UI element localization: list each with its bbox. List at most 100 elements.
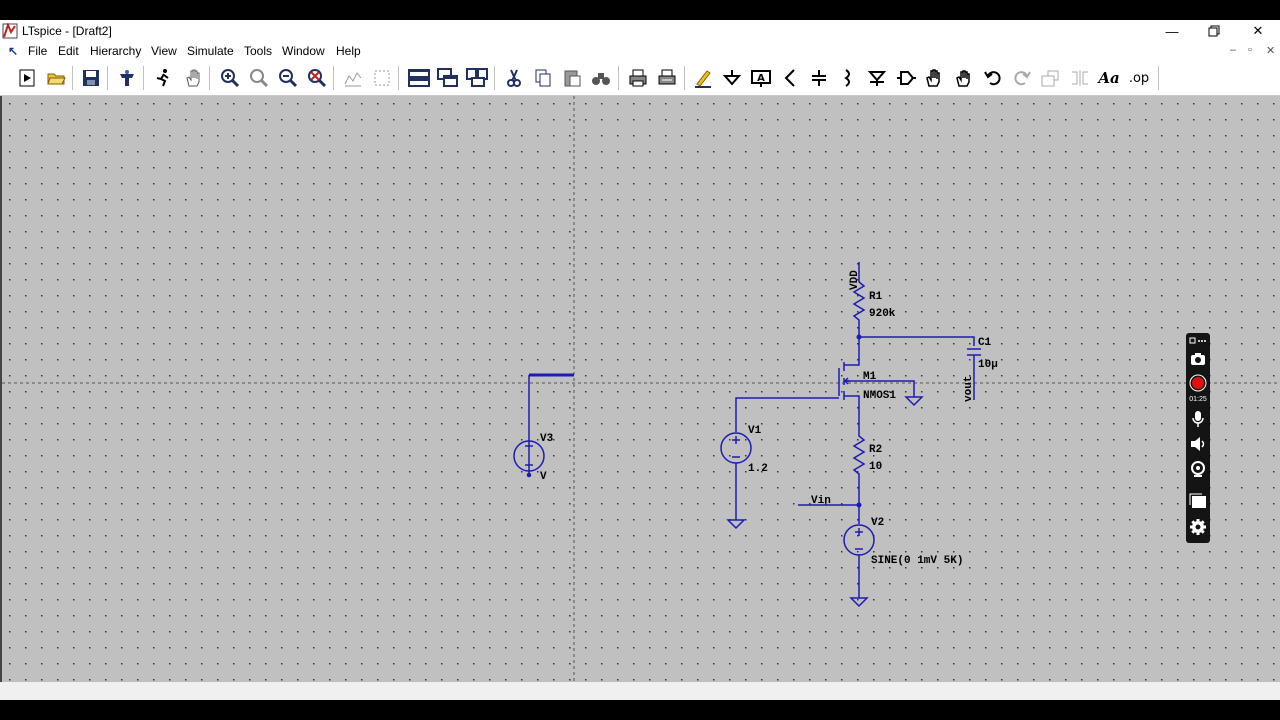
tile-horizontal-icon[interactable] — [406, 66, 432, 90]
toolbar-separator — [72, 66, 73, 90]
tile-vertical-icon[interactable] — [464, 66, 490, 90]
m1-name[interactable]: M1 — [863, 371, 877, 383]
settings-icon[interactable] — [1188, 517, 1208, 537]
menu-help[interactable]: Help — [336, 44, 361, 58]
toolbar: A Aa .op — [0, 60, 1280, 96]
paste-icon[interactable] — [559, 66, 585, 90]
print-icon[interactable] — [625, 66, 651, 90]
ltspice-app: LTspice - [Draft2] — ✕ ↖ File Edit Hiera… — [0, 0, 1280, 720]
recording-timer: 01:25 — [1189, 396, 1207, 403]
toolbar-separator — [333, 66, 334, 90]
r2-name[interactable]: R2 — [869, 444, 882, 456]
menu-view[interactable]: View — [151, 44, 177, 58]
v2-name[interactable]: V2 — [871, 517, 884, 529]
find-icon[interactable] — [588, 66, 614, 90]
mdi-restore-button[interactable]: ▫ — [1248, 44, 1252, 56]
toolbar-separator — [494, 66, 495, 90]
pan-hand-icon[interactable] — [180, 66, 206, 90]
status-bar — [0, 682, 1280, 700]
r2-value[interactable]: 10 — [869, 461, 882, 473]
draw-wire-icon[interactable] — [690, 66, 716, 90]
toolbar-separator — [398, 66, 399, 90]
save-icon[interactable] — [78, 66, 104, 90]
rotate-icon[interactable] — [1038, 66, 1064, 90]
net-label-vin[interactable]: Vin — [811, 495, 831, 507]
maximize-button[interactable] — [1192, 20, 1236, 42]
control-panel-icon[interactable] — [114, 66, 140, 90]
menu-edit[interactable]: Edit — [58, 44, 79, 58]
svg-text:.op: .op — [1129, 71, 1149, 86]
c1-name[interactable]: C1 — [978, 337, 992, 349]
more-options-icon[interactable] — [1188, 335, 1208, 347]
v2-value[interactable]: SINE(0 1mV 5K) — [871, 555, 963, 567]
microphone-icon[interactable] — [1188, 409, 1208, 429]
screen-top-bar — [0, 0, 1280, 20]
menu-window[interactable]: Window — [282, 44, 325, 58]
ground-icon[interactable] — [719, 66, 745, 90]
webcam-icon[interactable] — [1188, 459, 1208, 479]
label-net-icon[interactable]: A — [748, 66, 774, 90]
cut-icon[interactable] — [501, 66, 527, 90]
screen-bottom-bar — [0, 700, 1280, 720]
move-icon[interactable] — [922, 66, 948, 90]
junction-dot — [856, 334, 862, 340]
svg-text:A: A — [757, 73, 765, 84]
drag-icon[interactable] — [951, 66, 977, 90]
redo-icon[interactable] — [1009, 66, 1035, 90]
menu-bar: ↖ File Edit Hierarchy View Simulate Tool… — [0, 42, 1280, 60]
zoom-area-icon[interactable] — [246, 66, 272, 90]
close-button[interactable]: ✕ — [1236, 20, 1280, 42]
window-capture-icon[interactable] — [1188, 491, 1208, 511]
grid-icon[interactable] — [369, 66, 395, 90]
menu-tools[interactable]: Tools — [244, 44, 272, 58]
copy-icon[interactable] — [530, 66, 556, 90]
v3-name[interactable]: V3 — [540, 433, 554, 445]
v3-value[interactable]: V — [540, 471, 547, 483]
net-label-vdd[interactable]: VDD — [849, 270, 861, 290]
r1-name[interactable]: R1 — [869, 291, 883, 303]
mdi-close-button[interactable]: ✕ — [1266, 44, 1275, 57]
v1-value[interactable]: 1.2 — [748, 463, 768, 475]
resistor-icon[interactable] — [777, 66, 803, 90]
toolbar-separator — [209, 66, 210, 90]
mdi-minimize-button[interactable]: – — [1230, 44, 1236, 56]
cascade-icon[interactable] — [435, 66, 461, 90]
speaker-icon[interactable] — [1188, 434, 1208, 454]
document-system-icon[interactable]: ↖ — [8, 44, 18, 58]
zoom-fit-icon[interactable] — [304, 66, 330, 90]
record-icon[interactable] — [1188, 373, 1208, 393]
component-icon[interactable] — [893, 66, 919, 90]
schematic-canvas[interactable]: VDD R1 920k C1 10µ vout M1 NMOS1 V1 1.2 … — [0, 96, 1280, 682]
junction-dot — [856, 502, 862, 508]
toolbar-separator — [684, 66, 685, 90]
open-folder-icon[interactable] — [43, 66, 69, 90]
c1-value[interactable]: 10µ — [978, 359, 998, 371]
run-icon[interactable] — [150, 66, 176, 90]
inductor-icon[interactable] — [835, 66, 861, 90]
menu-hierarchy[interactable]: Hierarchy — [90, 44, 141, 58]
text-icon[interactable]: Aa — [1096, 66, 1122, 90]
camera-icon[interactable] — [1188, 349, 1208, 369]
autorange-icon[interactable] — [340, 66, 366, 90]
window-title: LTspice - [Draft2] — [22, 24, 112, 38]
menu-simulate[interactable]: Simulate — [187, 44, 234, 58]
net-label-vout[interactable]: vout — [963, 376, 975, 402]
v1-name[interactable]: V1 — [748, 425, 762, 437]
zoom-out-icon[interactable] — [275, 66, 301, 90]
toolbar-separator — [1158, 66, 1159, 90]
minimize-button[interactable]: — — [1150, 20, 1194, 42]
new-schematic-icon[interactable] — [14, 66, 40, 90]
screen-recorder-panel: 01:25 — [1186, 333, 1210, 543]
r1-value[interactable]: 920k — [869, 308, 896, 320]
diode-icon[interactable] — [864, 66, 890, 90]
print-setup-icon[interactable] — [654, 66, 680, 90]
zoom-in-icon[interactable] — [217, 66, 243, 90]
menu-file[interactable]: File — [28, 44, 47, 58]
capacitor-icon[interactable] — [806, 66, 832, 90]
spice-directive-icon[interactable]: .op — [1126, 66, 1152, 90]
toolbar-separator — [107, 66, 108, 90]
toolbar-separator — [618, 66, 619, 90]
m1-value[interactable]: NMOS1 — [863, 390, 896, 402]
undo-icon[interactable] — [980, 66, 1006, 90]
mirror-icon[interactable] — [1067, 66, 1093, 90]
